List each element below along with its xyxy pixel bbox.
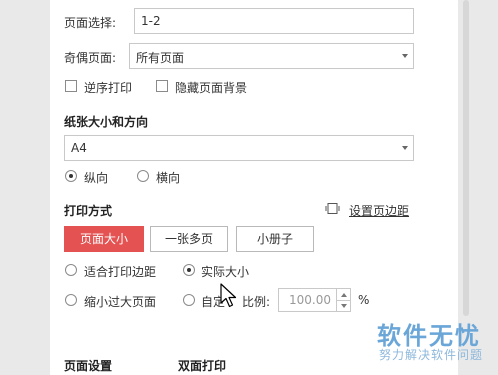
multiple-pages-button[interactable]: 一张多页 bbox=[150, 226, 228, 252]
paper-size-select[interactable]: A4 bbox=[64, 135, 414, 161]
mouse-cursor-icon bbox=[220, 283, 237, 308]
portrait-label: 纵向 bbox=[84, 171, 109, 185]
custom-scale-suffix: 比例: bbox=[242, 295, 271, 309]
scale-value: 100.00 bbox=[289, 293, 331, 307]
chevron-down-icon bbox=[402, 54, 408, 58]
page-select-input[interactable]: 1-2 bbox=[134, 8, 414, 34]
odd-even-value: 所有页面 bbox=[136, 51, 185, 65]
fit-margins-radio[interactable] bbox=[65, 264, 77, 276]
custom-scale-radio[interactable] bbox=[183, 294, 195, 306]
reverse-print-label: 逆序打印 bbox=[84, 81, 133, 95]
percent-sign: % bbox=[358, 293, 370, 307]
landscape-label: 横向 bbox=[156, 171, 181, 185]
odd-even-label: 奇偶页面: bbox=[64, 51, 117, 65]
paper-heading: 纸张大小和方向 bbox=[64, 115, 149, 129]
page-margin-icon[interactable] bbox=[325, 202, 340, 215]
paper-size-value: A4 bbox=[71, 141, 87, 155]
shrink-large-label: 缩小过大页面 bbox=[84, 295, 157, 309]
print-mode-heading: 打印方式 bbox=[64, 204, 113, 218]
reverse-print-checkbox[interactable] bbox=[65, 80, 77, 92]
duplex-heading: 双面打印 bbox=[178, 359, 227, 373]
fit-margins-label: 适合打印边距 bbox=[84, 265, 157, 279]
odd-even-select[interactable]: 所有页面 bbox=[129, 43, 414, 69]
scale-down-icon[interactable] bbox=[336, 300, 350, 312]
actual-size-radio[interactable] bbox=[183, 264, 195, 276]
chevron-down-icon bbox=[402, 146, 408, 150]
page-size-button[interactable]: 页面大小 bbox=[64, 226, 144, 252]
scale-stepper[interactable]: 100.00 bbox=[278, 288, 351, 312]
page-select-label: 页面选择: bbox=[64, 16, 117, 30]
actual-size-label: 实际大小 bbox=[201, 265, 250, 279]
portrait-radio[interactable] bbox=[65, 170, 77, 182]
watermark-subtitle: 努力解决软件问题 bbox=[379, 348, 484, 362]
hide-background-label: 隐藏页面背景 bbox=[175, 81, 248, 95]
hide-background-checkbox[interactable] bbox=[156, 80, 168, 92]
landscape-radio[interactable] bbox=[137, 170, 149, 182]
booklet-button[interactable]: 小册子 bbox=[236, 226, 314, 252]
set-margins-link[interactable]: 设置页边距 bbox=[349, 202, 409, 219]
vertical-scrollbar[interactable] bbox=[463, 0, 469, 316]
page-settings-heading: 页面设置 bbox=[64, 359, 113, 373]
shrink-large-radio[interactable] bbox=[65, 294, 77, 306]
